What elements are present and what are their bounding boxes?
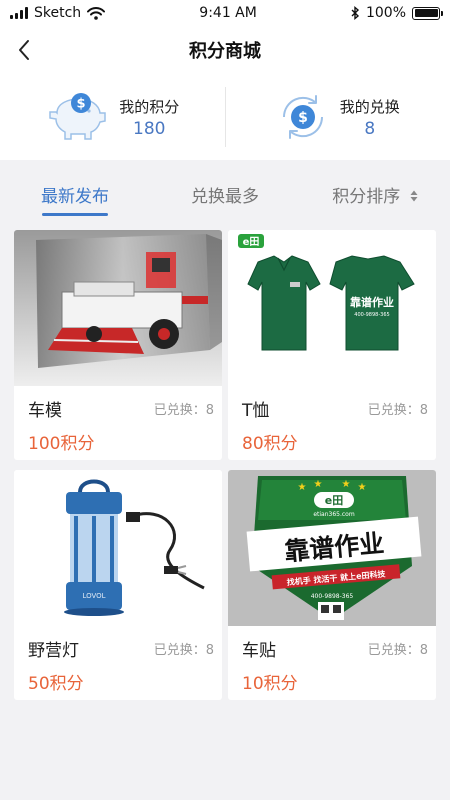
product-points-tshirt: 80积分 — [242, 434, 298, 454]
product-info-lantern: 野营灯 已兑换：8 50积分 — [14, 626, 222, 694]
nav-bar: 积分商城 — [0, 26, 450, 74]
section-gap — [0, 160, 450, 174]
exchange-icon: $ — [282, 95, 323, 139]
status-time: 9:41 AM — [199, 5, 257, 21]
product-image-sticker: ★ ★ ★ ★ e田 etian365.com 靠谱作业 找机手 找活干 就上e… — [228, 470, 436, 626]
product-exchanged-sticker: 已兑换：8 — [367, 643, 428, 658]
wifi-icon — [87, 6, 106, 20]
product-info-model: 车模 已兑换：8 100积分 — [14, 386, 222, 454]
my-exchanges-value: 8 — [364, 118, 376, 139]
chevron-left-icon — [19, 40, 29, 60]
product-card-tshirt[interactable]: e田 靠谱作业 400-9898-365 T恤 已兑换：8 80积分 — [228, 230, 436, 460]
battery-level — [414, 9, 438, 17]
my-exchanges-text: 我的兑换 8 — [340, 96, 400, 139]
my-exchanges-label: 我的兑换 — [339, 97, 400, 116]
product-row-tshirt: T恤 已兑换：8 — [242, 396, 428, 421]
tshirt-back-sub: 400-9898-365 — [354, 312, 389, 318]
product-name-model: 车模 — [28, 401, 62, 421]
piggy-bank-icon: $ — [49, 93, 106, 140]
page-title: 积分商城 — [189, 41, 261, 62]
product-image-lantern: LOVOL — [14, 470, 222, 626]
my-points-label: 我的积分 — [119, 97, 180, 116]
status-bar: Sketch 9:41 AM 100% — [0, 0, 450, 26]
my-points[interactable]: $ 我的积分 180 — [0, 91, 225, 143]
product-points-lantern: 50积分 — [28, 674, 84, 694]
svg-text:★: ★ — [314, 479, 323, 490]
sort-icon — [410, 190, 418, 201]
product-points-model: 100积分 — [28, 434, 95, 454]
product-image-model — [14, 230, 222, 386]
product-row-model: 车模 已兑换：8 — [28, 396, 214, 421]
status-right: 100% — [351, 5, 443, 21]
tshirt-logo: e田 — [243, 236, 260, 248]
tab-points-sort[interactable]: 积分排序 — [300, 174, 450, 222]
sticker-phone: 400-9898-365 — [311, 593, 354, 600]
svg-text:$: $ — [298, 110, 308, 126]
sticker-logo: e田 — [325, 494, 343, 507]
signal-icon — [10, 7, 28, 19]
svg-text:★: ★ — [358, 482, 367, 493]
product-info-tshirt: T恤 已兑换：8 80积分 — [228, 386, 436, 454]
svg-text:$: $ — [77, 97, 86, 112]
product-exchanged-lantern: 已兑换：8 — [153, 643, 214, 658]
product-name-tshirt: T恤 — [242, 401, 270, 421]
tab-most-exchanged-label: 兑换最多 — [191, 187, 259, 207]
product-row-lantern: 野营灯 已兑换：8 — [28, 636, 214, 661]
product-info-sticker: 车贴 已兑换：8 10积分 — [228, 626, 436, 694]
svg-text:★: ★ — [342, 479, 351, 490]
lantern-brand: LOVOL — [82, 592, 105, 600]
product-points-sticker: 10积分 — [242, 674, 298, 694]
battery-icon — [412, 6, 443, 20]
my-points-text: 我的积分 180 — [119, 96, 179, 139]
bluetooth-icon — [351, 6, 360, 20]
product-card-lantern[interactable]: LOVOL 野营灯 已兑换：8 50积分 — [14, 470, 222, 700]
product-row-sticker: 车贴 已兑换：8 — [242, 636, 428, 661]
tab-most-exchanged[interactable]: 兑换最多 — [150, 174, 300, 222]
tab-latest-label: 最新发布 — [41, 187, 109, 207]
my-points-value: 180 — [133, 118, 166, 139]
points-summary: $ 我的积分 180 $ 我的兑换 8 — [0, 74, 450, 160]
sticker-site: etian365.com — [313, 511, 355, 518]
product-name-sticker: 车贴 — [242, 641, 276, 661]
product-card-sticker[interactable]: ★ ★ ★ ★ e田 etian365.com 靠谱作业 找机手 找活干 就上e… — [228, 470, 436, 700]
my-exchanges[interactable]: $ 我的兑换 8 — [226, 90, 450, 144]
product-card-model[interactable]: 车模 已兑换：8 100积分 — [14, 230, 222, 460]
battery-label: 100% — [365, 5, 406, 21]
product-image-tshirt: e田 靠谱作业 400-9898-365 — [228, 230, 436, 386]
status-left: Sketch — [10, 5, 106, 21]
tab-bar: 最新发布 兑换最多 积分排序 — [0, 174, 450, 222]
tshirt-back-text: 靠谱作业 — [350, 295, 394, 309]
product-grid: 车模 已兑换：8 100积分 e田 靠谱作业 400-9898-365 T恤 已… — [0, 222, 450, 700]
product-exchanged-model: 已兑换：8 — [153, 403, 214, 418]
product-exchanged-tshirt: 已兑换：8 — [367, 403, 428, 418]
back-button[interactable] — [10, 34, 38, 66]
tab-points-sort-label: 积分排序 — [332, 187, 401, 207]
svg-text:★: ★ — [298, 482, 307, 493]
tab-latest[interactable]: 最新发布 — [0, 174, 150, 222]
product-name-lantern: 野营灯 — [28, 641, 79, 661]
carrier-label: Sketch — [34, 5, 82, 21]
